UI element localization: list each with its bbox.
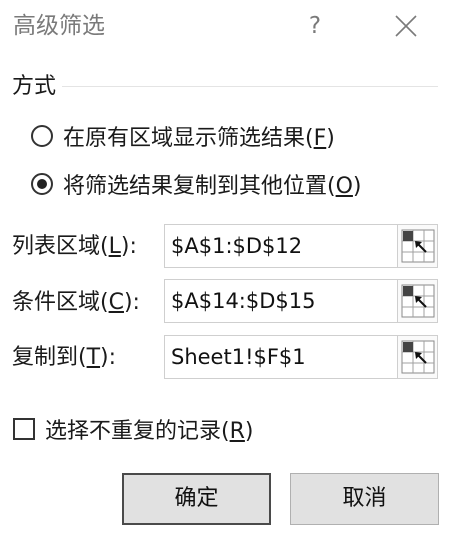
unique-records-option[interactable]: 选择不重复的记录(R) xyxy=(13,411,253,447)
criteria-range-picker-button[interactable] xyxy=(397,280,437,322)
criteria-range-input[interactable] xyxy=(171,280,393,322)
radio-label-in-place: 在原有区域显示筛选结果(F) xyxy=(63,126,335,151)
copy-to-picker-button[interactable] xyxy=(397,336,437,378)
radio-button-unchecked[interactable] xyxy=(31,125,53,147)
list-range-label: 列表区域(L): xyxy=(12,234,137,259)
copy-to-label: 复制到(T): xyxy=(12,345,117,370)
list-range-input[interactable] xyxy=(171,225,393,267)
close-button[interactable] xyxy=(386,8,426,44)
copy-to-input[interactable] xyxy=(171,336,393,378)
title-bar: 高级筛选 ? xyxy=(0,0,451,52)
unique-records-checkbox[interactable] xyxy=(13,418,35,440)
criteria-range-field xyxy=(164,279,438,323)
dialog-title: 高级筛选 xyxy=(13,13,105,39)
range-picker-icon xyxy=(401,229,435,263)
list-range-field xyxy=(164,224,438,268)
criteria-range-label: 条件区域(C): xyxy=(12,290,140,315)
radio-filter-in-place[interactable]: 在原有区域显示筛选结果(F) xyxy=(31,118,335,154)
cancel-button[interactable]: 取消 xyxy=(290,473,439,525)
radio-copy-to-location[interactable]: 将筛选结果复制到其他位置(O) xyxy=(31,166,362,202)
ok-button[interactable]: 确定 xyxy=(122,473,271,525)
method-group-label: 方式 xyxy=(12,74,57,99)
close-icon xyxy=(395,15,417,37)
group-divider xyxy=(62,86,438,87)
radio-label-copy-to: 将筛选结果复制到其他位置(O) xyxy=(63,174,362,199)
copy-to-field xyxy=(164,335,438,379)
range-picker-icon xyxy=(401,284,435,318)
help-button[interactable]: ? xyxy=(300,8,330,44)
radio-button-checked[interactable] xyxy=(31,173,53,195)
range-picker-icon xyxy=(401,340,435,374)
unique-records-label: 选择不重复的记录(R) xyxy=(45,419,254,444)
advanced-filter-dialog: 高级筛选 ? 方式 在原有区域显示筛选结果(F) 将筛选结果复制到其他位置(O)… xyxy=(0,0,451,540)
list-range-picker-button[interactable] xyxy=(397,225,437,267)
